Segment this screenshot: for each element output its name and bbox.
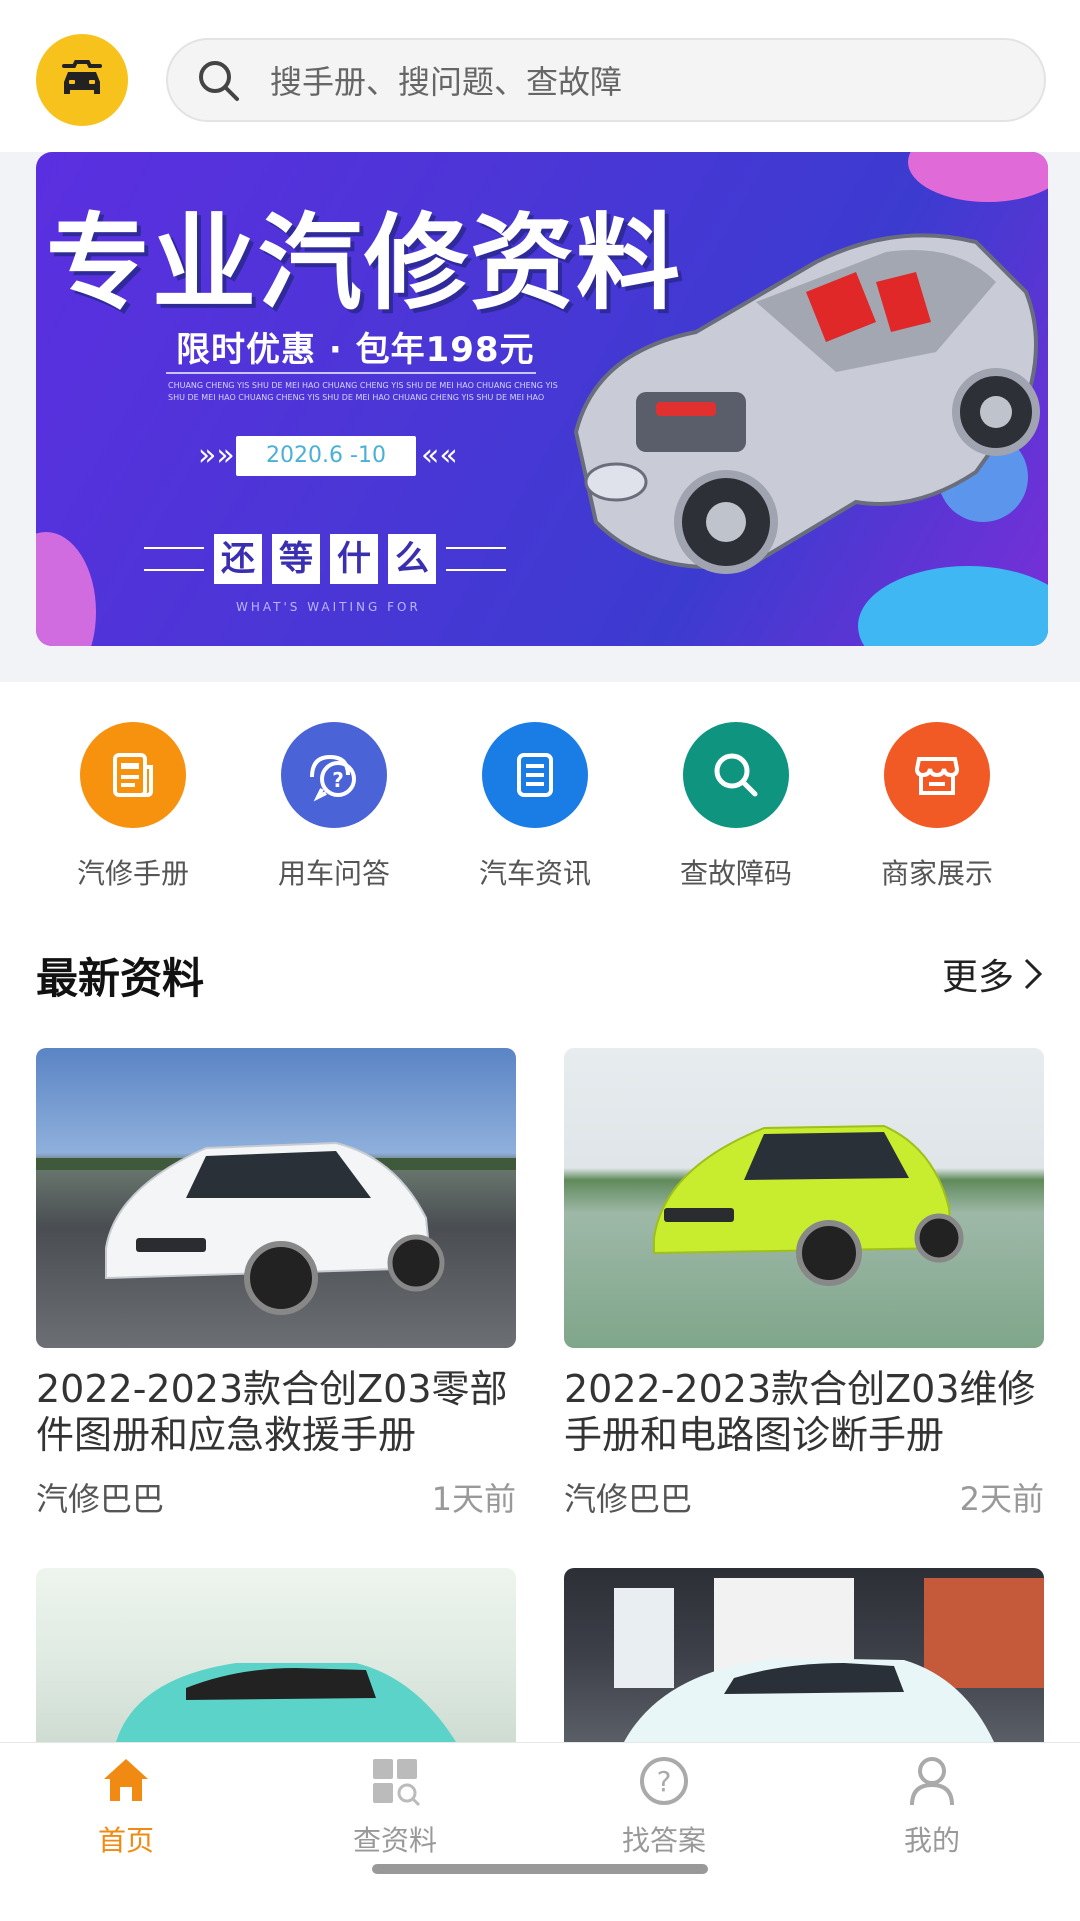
banner-area: 专业汽修资料 限时优惠 · 包年198元 CHUANG CHENG YIS SH… (0, 152, 1080, 682)
menu-item-qa[interactable]: ? 用车问答 (234, 722, 434, 892)
chevron-right-icon (1024, 958, 1043, 990)
section-title: 最新资料 (36, 954, 205, 1003)
search-icon (714, 753, 758, 797)
banner-slogan: 还 等 什 么 (214, 534, 436, 584)
svg-text:?: ? (657, 1765, 672, 1798)
chevrons-left-icon: «« (421, 438, 458, 473)
menu-item-store[interactable]: 商家展示 (837, 722, 1037, 892)
banner-small-text: CHUANG CHENG YIS SHU DE MEI HAO CHUANG C… (168, 381, 558, 402)
promo-banner[interactable]: 专业汽修资料 限时优惠 · 包年198元 CHUANG CHENG YIS SH… (36, 152, 1048, 646)
teal-suv-image (116, 1663, 456, 1742)
banner-tagline: WHAT'S WAITING FOR (236, 600, 421, 614)
news-icon (517, 753, 553, 797)
article-thumbnail (36, 1568, 516, 1742)
menu-item-news[interactable]: 汽车资讯 (435, 722, 635, 892)
qa-icon: ? (310, 754, 356, 802)
menu-label: 汽车资讯 (478, 857, 591, 890)
tab-label: 首页 (97, 1824, 154, 1857)
article-title: 2022-2023款合创Z03零部件图册和应急救援手册 (36, 1367, 508, 1457)
article-source: 汽修巴巴 (36, 1480, 165, 1518)
article-thumbnail (36, 1048, 516, 1348)
banner-lines (446, 547, 506, 571)
slogan-char: 等 (272, 534, 320, 584)
grid-search-icon (373, 1759, 421, 1807)
article-time: 2天前 (959, 1480, 1044, 1518)
tab-profile[interactable]: 我的 (832, 1753, 1032, 1859)
more-link[interactable]: 更多 (942, 948, 1044, 1000)
home-indicator[interactable] (372, 1864, 708, 1874)
article-card[interactable]: 2022-2023款合创Z03维修手册和电路图诊断手册 汽修巴巴 2天前 (564, 1048, 1044, 1520)
article-thumbnail (564, 1048, 1044, 1348)
menu-item-manual[interactable]: 汽修手册 (33, 722, 233, 892)
article-time: 1天前 (431, 1480, 516, 1518)
top-header (0, 0, 1080, 152)
lime-suv-image (653, 1124, 964, 1286)
article-thumbnail (564, 1568, 1044, 1742)
more-label: 更多 (941, 957, 1014, 998)
tab-label: 我的 (903, 1824, 960, 1857)
article-source: 汽修巴巴 (564, 1480, 693, 1518)
search-bar[interactable] (166, 38, 1046, 122)
quick-menu: 汽修手册 ? 用车问答 汽车资讯 查故障码 商家展示 (0, 722, 1080, 892)
banner-subtitle: 限时优惠 · 包年198元 (176, 330, 535, 370)
manual-icon (113, 753, 153, 797)
banner-divider (166, 372, 536, 374)
tab-answers[interactable]: ? 找答案 (564, 1753, 764, 1859)
tab-search-data[interactable]: 查资料 (295, 1753, 495, 1859)
cutaway-car-illustration (573, 233, 1040, 574)
tab-home[interactable]: 首页 (26, 1753, 226, 1859)
article-meta: 汽修巴巴 1天前 (36, 1474, 516, 1520)
banner-date: 2020.6 -10 (236, 436, 416, 476)
svg-text:?: ? (332, 768, 344, 792)
bottom-tab-bar: 首页 查资料 ? 找答案 我的 (0, 1742, 1080, 1921)
menu-label: 汽修手册 (76, 857, 189, 890)
article-card[interactable]: 2022-2023款合创Z03零部件图册和应急救援手册 汽修巴巴 1天前 (36, 1048, 516, 1520)
search-input[interactable] (268, 54, 972, 110)
car-repair-icon (62, 60, 102, 94)
menu-label: 用车问答 (277, 857, 390, 890)
article-meta: 汽修巴巴 2天前 (564, 1474, 1044, 1520)
banner-lines (144, 547, 204, 571)
question-icon: ? (640, 1757, 688, 1805)
white-suv-image (36, 1141, 516, 1315)
tab-label: 找答案 (621, 1824, 706, 1857)
menu-label: 商家展示 (880, 857, 993, 890)
search-icon (199, 61, 239, 101)
slogan-char: 么 (388, 534, 436, 584)
slogan-char: 什 (330, 534, 378, 584)
menu-item-fault-code[interactable]: 查故障码 (636, 722, 836, 892)
tab-label: 查资料 (352, 1824, 437, 1857)
banner-decoration (36, 532, 96, 646)
article-card[interactable] (36, 1568, 516, 1742)
app-logo[interactable] (36, 34, 128, 126)
menu-label: 查故障码 (679, 857, 792, 890)
chevrons-right-icon: »» (198, 438, 235, 473)
article-card[interactable] (564, 1568, 1044, 1742)
showroom-sedan-image (614, 1578, 1044, 1742)
article-title: 2022-2023款合创Z03维修手册和电路图诊断手册 (564, 1367, 1036, 1457)
home-icon (104, 1759, 148, 1801)
store-icon (914, 757, 960, 795)
user-icon (910, 1757, 954, 1806)
slogan-char: 还 (214, 534, 262, 584)
